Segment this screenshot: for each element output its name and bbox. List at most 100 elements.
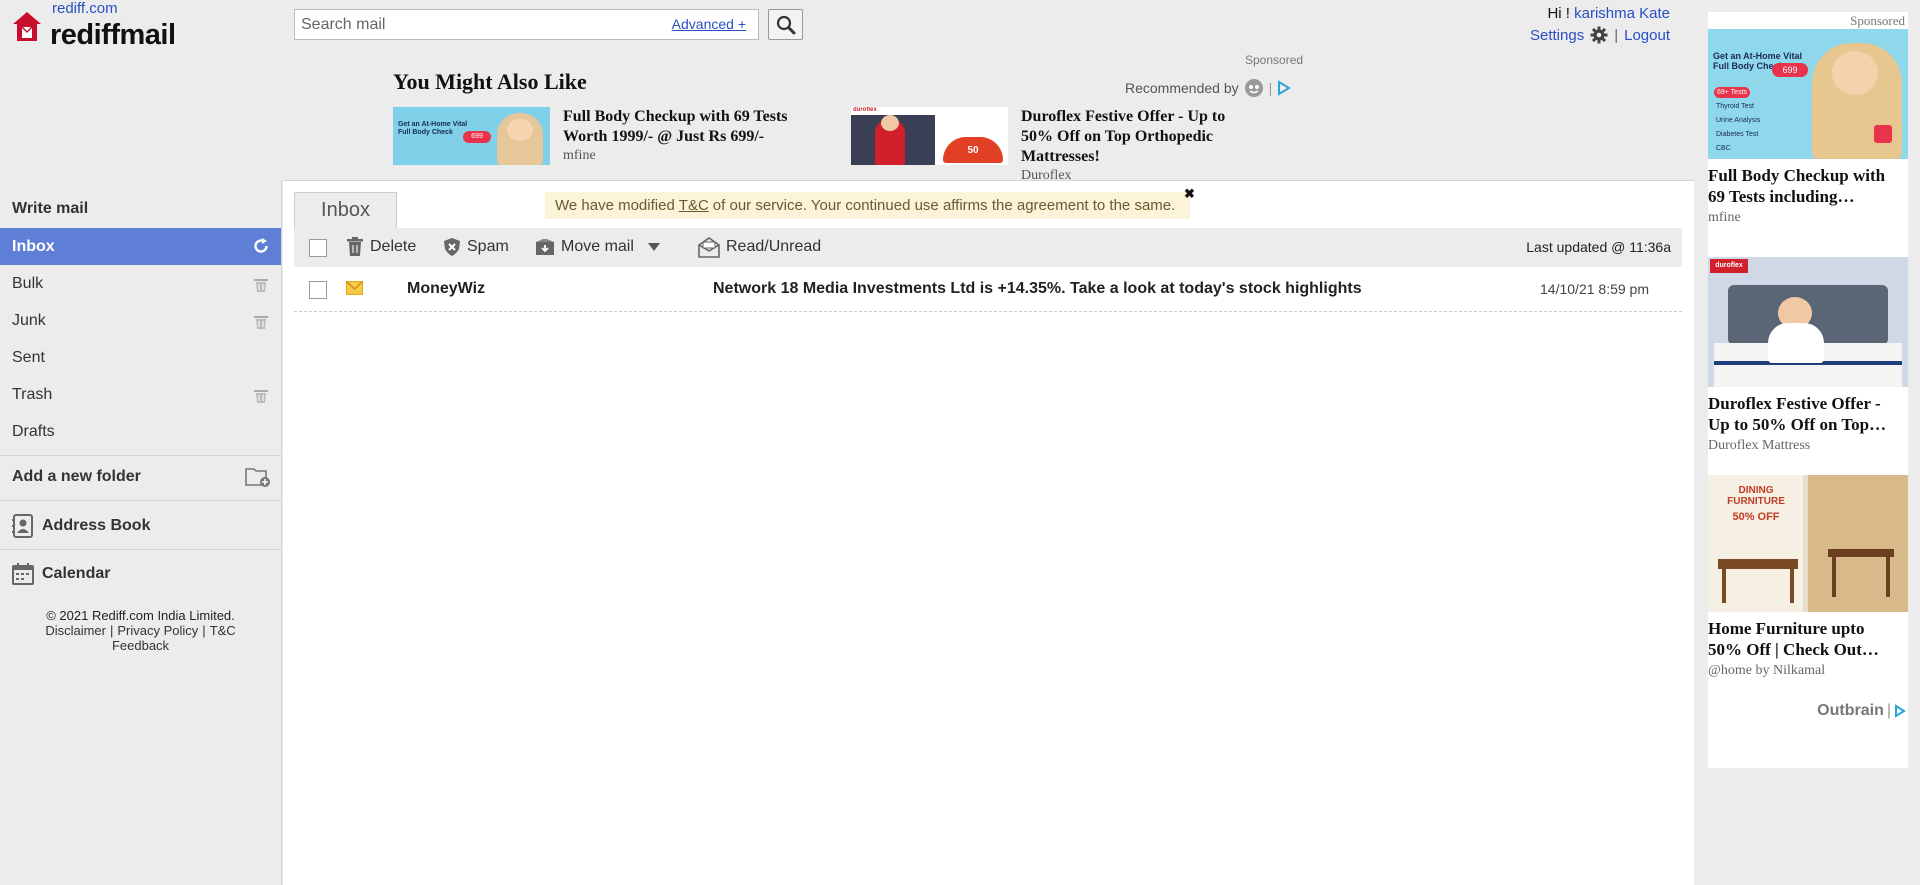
notice-text-post: of our service. Your continued use affir…	[712, 197, 1176, 214]
ad-source: @home by Nilkamal	[1708, 663, 1826, 678]
advanced-search-link[interactable]: Advanced +	[672, 16, 746, 32]
ad-item[interactable]: duroflex Duroflex Festive Offer - Up to …	[1708, 257, 1908, 454]
mail-select-checkbox[interactable]	[309, 281, 327, 299]
ad-item[interactable]: DINING FURNITURE 50% OFF Home Furniture …	[1708, 475, 1908, 679]
last-updated-text: Last updated @ 11:36a	[1526, 239, 1671, 255]
chevron-down-icon[interactable]	[647, 243, 660, 251]
table-row[interactable]: MoneyWiz Network 18 Media Investments Lt…	[294, 267, 1682, 312]
search-icon	[776, 15, 795, 34]
recommendations-title: You Might Also Like	[393, 69, 587, 94]
sidebar-item-inbox[interactable]: Inbox	[0, 228, 281, 265]
spam-shield-icon	[444, 238, 460, 256]
calendar-label: Calendar	[42, 565, 111, 582]
sidebar-item-label: Junk	[12, 311, 46, 329]
sponsored-ads-column: Sponsored Get an At-Home Vital Full Body…	[1708, 12, 1908, 768]
user-name-link[interactable]: karishma Kate	[1574, 5, 1670, 22]
adchoices-icon	[1895, 704, 1906, 718]
ad-title[interactable]: Duroflex Festive Offer - Up to 50% Off o…	[1708, 393, 1908, 435]
select-all-checkbox[interactable]	[309, 239, 327, 257]
sidebar-item-trash[interactable]: Trash	[0, 376, 281, 413]
empty-folder-trash-icon[interactable]	[253, 277, 269, 293]
rediffmail-logo[interactable]: rediff.com rediffmail	[12, 0, 182, 51]
address-book-label: Address Book	[42, 517, 151, 534]
tab-inbox[interactable]: Inbox	[294, 192, 397, 228]
read-unread-label: Read/Unread	[726, 238, 822, 255]
add-folder-label: Add a new folder	[12, 467, 141, 485]
left-sidebar: Write mail Inbox Bulk Junk Sent Trash Dr…	[0, 180, 282, 885]
separator: |	[1268, 80, 1273, 96]
unread-envelope-icon	[346, 281, 363, 295]
read-unread-button[interactable]: Read/Unread	[698, 235, 821, 259]
sidebar-item-drafts[interactable]: Drafts	[0, 413, 281, 450]
privacy-policy-link[interactable]: Privacy Policy	[117, 623, 198, 638]
adchoices-icon	[1278, 80, 1292, 96]
divider	[0, 549, 281, 550]
feedback-link[interactable]: Feedback	[112, 638, 169, 653]
sidebar-item-label: Sent	[12, 348, 45, 366]
rediff-site-link[interactable]: rediff.com	[52, 0, 118, 17]
calendar-link[interactable]: Calendar	[12, 563, 110, 585]
user-area: Hi ! karishma Kate Settings | Logout	[1530, 5, 1670, 44]
envelope-open-icon	[698, 237, 720, 258]
address-book-icon	[12, 514, 33, 538]
logout-link[interactable]: Logout	[1624, 27, 1670, 44]
delete-button[interactable]: Delete	[346, 235, 416, 259]
recommendation-source: mfine	[563, 148, 596, 163]
outbrain-label: Outbrain	[1817, 702, 1884, 719]
disclaimer-link[interactable]: Disclaimer	[45, 623, 106, 638]
address-book-link[interactable]: Address Book	[12, 514, 150, 538]
close-notice-icon[interactable]: ✖	[1184, 186, 1195, 202]
notice-text-pre: We have modified	[555, 197, 675, 214]
mail-sender[interactable]: MoneyWiz	[407, 280, 485, 298]
calendar-icon	[12, 563, 34, 585]
tc-notice-banner: We have modified T&C of our service. You…	[545, 192, 1190, 219]
copyright-text: © 2021 Rediff.com India Limited.	[46, 608, 235, 623]
mail-date: 14/10/21 8:59 pm	[1540, 281, 1649, 297]
ad-source: mfine	[1708, 210, 1741, 225]
greeting-text: Hi !	[1547, 5, 1570, 22]
trash-icon	[347, 237, 363, 256]
outbrain-logo[interactable]: Outbrain |	[1817, 702, 1906, 720]
add-folder-icon	[245, 468, 270, 487]
spam-button[interactable]: Spam	[443, 235, 509, 259]
ad-title[interactable]: Home Furniture upto 50% Off | Check Out…	[1708, 618, 1908, 660]
ad-item[interactable]: Get an At-Home Vital Full Body Check 699…	[1708, 29, 1908, 226]
top-header: rediff.com rediffmail Advanced + Hi ! ka…	[0, 0, 1694, 183]
recommendation-title[interactable]: Duroflex Festive Offer - Up to 50% Off o…	[1021, 107, 1261, 167]
notice-tc-link[interactable]: T&C	[679, 197, 709, 214]
brand-name: rediffmail	[50, 19, 176, 51]
separator: |	[1614, 26, 1619, 44]
settings-link[interactable]: Settings	[1530, 27, 1584, 44]
home-logo-icon	[13, 12, 41, 41]
recommendation-item[interactable]: Get an At-Home Vital Full Body Check 699…	[393, 107, 803, 167]
recommended-by-text: Recommended by	[1125, 80, 1239, 96]
divider	[0, 455, 281, 456]
empty-folder-trash-icon[interactable]	[253, 388, 269, 404]
ad-image: Get an At-Home Vital Full Body Check 699…	[1708, 29, 1908, 159]
recommendation-thumbnail: duroflex 50	[851, 107, 1008, 165]
empty-folder-trash-icon[interactable]	[253, 314, 269, 330]
mail-subject[interactable]: Network 18 Media Investments Ltd is +14.…	[713, 280, 1362, 298]
recommendation-item[interactable]: duroflex 50 Duroflex Festive Offer - Up …	[851, 107, 1261, 183]
sidebar-item-junk[interactable]: Junk	[0, 302, 281, 339]
sidebar-footer: © 2021 Rediff.com India Limited. Disclai…	[0, 608, 281, 653]
search-input[interactable]	[301, 14, 641, 36]
sponsored-label: Sponsored	[1245, 53, 1304, 67]
ad-title[interactable]: Full Body Checkup with 69 Tests includin…	[1708, 165, 1908, 207]
write-mail-button[interactable]: Write mail	[0, 190, 281, 227]
refresh-icon[interactable]	[252, 237, 270, 255]
recommended-by[interactable]: Recommended by |	[1125, 78, 1292, 98]
main-content: Inbox We have modified T&C of our servic…	[283, 180, 1694, 885]
spam-label: Spam	[467, 238, 509, 255]
delete-label: Delete	[370, 238, 417, 255]
search-button[interactable]	[768, 9, 803, 40]
search-box: Advanced +	[294, 9, 759, 40]
recommendation-title[interactable]: Full Body Checkup with 69 Tests Worth 19…	[563, 107, 803, 147]
sidebar-item-sent[interactable]: Sent	[0, 339, 281, 376]
add-new-folder-button[interactable]: Add a new folder	[0, 458, 281, 495]
gear-icon[interactable]	[1590, 26, 1608, 44]
move-mail-button[interactable]: Move mail	[535, 235, 660, 259]
sidebar-item-label: Drafts	[12, 422, 55, 440]
tc-link[interactable]: T&C	[210, 623, 236, 638]
sidebar-item-bulk[interactable]: Bulk	[0, 265, 281, 302]
